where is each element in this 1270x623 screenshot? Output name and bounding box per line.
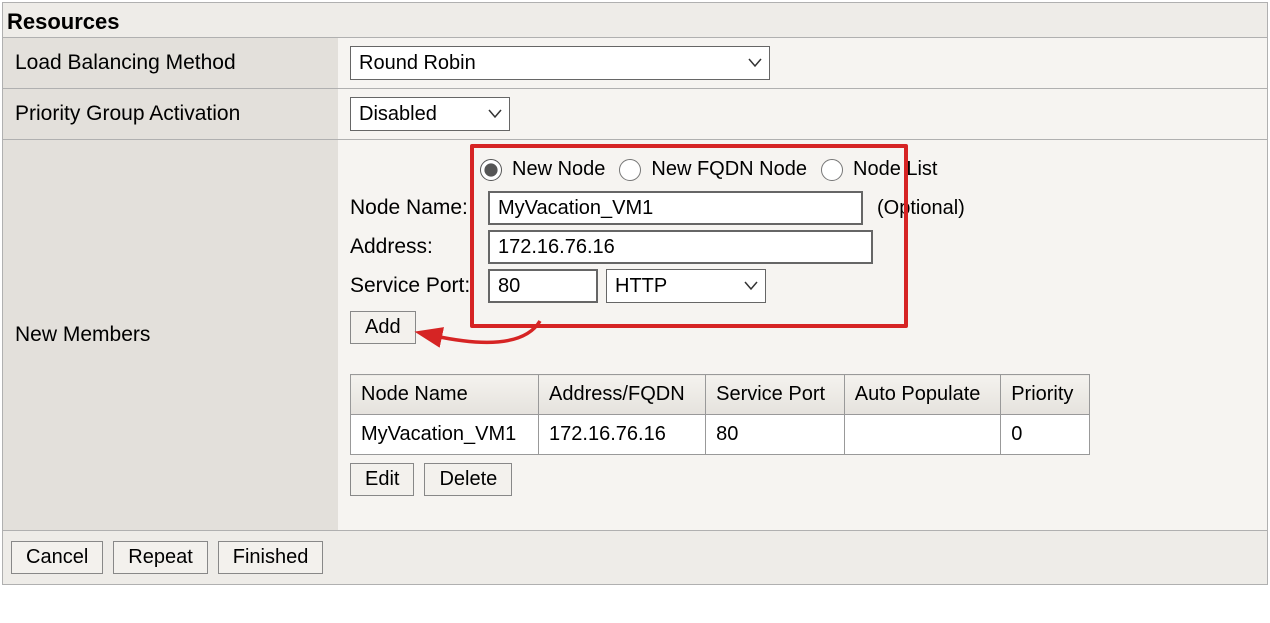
new-members-area: New Node New FQDN Node Node List Node Na…	[350, 148, 1255, 496]
optional-text: (Optional)	[877, 197, 965, 220]
col-node-name: Node Name	[351, 375, 539, 415]
radio-new-fqdn[interactable]	[619, 159, 641, 181]
cell-address: 172.16.76.16	[539, 415, 706, 455]
col-address: Address/FQDN	[539, 375, 706, 415]
col-service-port: Service Port	[706, 375, 845, 415]
table-row[interactable]: MyVacation_VM1 172.16.76.16 80 0	[351, 415, 1090, 455]
cell-node-name: MyVacation_VM1	[351, 415, 539, 455]
col-priority: Priority	[1001, 375, 1090, 415]
cell-priority: 0	[1001, 415, 1090, 455]
radio-new-node-label: New Node	[512, 158, 605, 181]
new-members-label: New Members	[3, 140, 338, 530]
lb-method-label: Load Balancing Method	[3, 38, 338, 89]
add-button[interactable]: Add	[350, 311, 416, 344]
panel-title: Resources	[3, 3, 1267, 37]
cancel-button[interactable]: Cancel	[11, 541, 103, 574]
service-port-label: Service Port:	[350, 274, 480, 298]
delete-button[interactable]: Delete	[424, 463, 512, 496]
node-name-input[interactable]	[488, 191, 863, 225]
service-port-input[interactable]	[488, 269, 598, 303]
resources-form: Load Balancing Method Round Robin Priori…	[3, 37, 1267, 530]
edit-button[interactable]: Edit	[350, 463, 414, 496]
repeat-button[interactable]: Repeat	[113, 541, 208, 574]
node-type-radios: New Node New FQDN Node Node List	[480, 158, 1255, 181]
radio-node-list-label: Node List	[853, 158, 938, 181]
address-input[interactable]	[488, 230, 873, 264]
members-table: Node Name Address/FQDN Service Port Auto…	[350, 374, 1090, 455]
cell-auto-populate	[844, 415, 1000, 455]
radio-new-fqdn-label: New FQDN Node	[651, 158, 807, 181]
col-auto-populate: Auto Populate	[844, 375, 1000, 415]
service-port-protocol-select[interactable]: HTTP	[606, 269, 766, 303]
footer-buttons: Cancel Repeat Finished	[3, 530, 1267, 584]
radio-new-node[interactable]	[480, 159, 502, 181]
pga-select[interactable]: Disabled	[350, 97, 510, 131]
pga-label: Priority Group Activation	[3, 89, 338, 140]
resources-panel: Resources Load Balancing Method Round Ro…	[2, 2, 1268, 585]
radio-node-list[interactable]	[821, 159, 843, 181]
node-name-label: Node Name:	[350, 196, 480, 220]
cell-service-port: 80	[706, 415, 845, 455]
lb-method-select[interactable]: Round Robin	[350, 46, 770, 80]
address-label: Address:	[350, 235, 480, 259]
finished-button[interactable]: Finished	[218, 541, 324, 574]
